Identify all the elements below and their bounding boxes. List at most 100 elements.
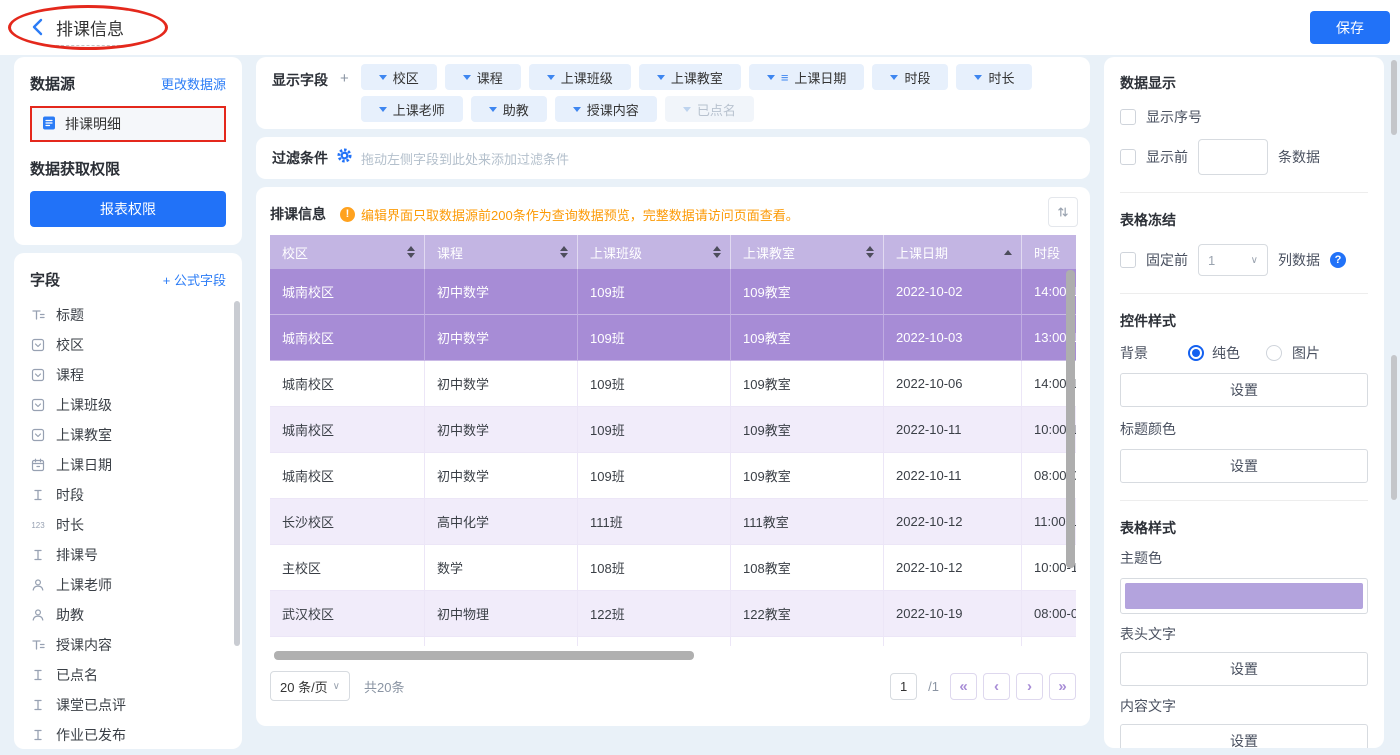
table-row[interactable]: 城南校区初中数学109班109教室2022-10-0614:00-1 <box>270 361 1076 407</box>
content-text-label: 内容文字 <box>1120 696 1368 716</box>
help-icon[interactable]: ? <box>1330 252 1346 268</box>
display-field-tag[interactable]: 时长 <box>956 64 1032 90</box>
prev-page-button[interactable]: ‹ <box>983 673 1010 700</box>
field-item[interactable]: 上课教室 <box>30 420 234 450</box>
table-header-cell[interactable]: 上课教室 <box>731 235 884 269</box>
display-field-tag-label: 时长 <box>988 68 1014 87</box>
field-item[interactable]: 课堂已点评 <box>30 690 234 720</box>
field-item[interactable]: 已点名 <box>30 660 234 690</box>
sort-order-icon[interactable] <box>1048 197 1078 227</box>
field-item[interactable]: 上课老师 <box>30 570 234 600</box>
table-header-cell[interactable]: 课程 <box>425 235 578 269</box>
report-permission-button[interactable]: 报表权限 <box>30 191 226 227</box>
display-field-tag[interactable]: 上课班级 <box>529 64 631 90</box>
display-field-tag[interactable]: 上课老师 <box>361 96 463 122</box>
table-row[interactable]: 城南校区初中数学109班109教室2022-10-1108:00-0 <box>270 453 1076 499</box>
table-cell: 2022-10-11 <box>884 407 1022 453</box>
show-first-checkbox[interactable] <box>1120 149 1136 165</box>
field-item[interactable]: 上课日期 <box>30 450 234 480</box>
display-field-tag[interactable]: 校区 <box>361 64 437 90</box>
title-icon <box>30 308 46 322</box>
column-label: 校区 <box>282 243 308 262</box>
theme-color-swatch[interactable] <box>1120 578 1368 614</box>
window-scrollbar[interactable] <box>1391 60 1397 135</box>
field-item[interactable]: 课程 <box>30 360 234 390</box>
page-size-select[interactable]: 20 条/页 ∨ <box>270 671 350 701</box>
content-text-set-button[interactable]: 设置 <box>1120 724 1368 748</box>
table-header-cell[interactable]: 上课日期 <box>884 235 1022 269</box>
display-field-tag[interactable]: 已点名 <box>665 96 754 122</box>
table-cell: 城南校区 <box>270 453 425 499</box>
caret-down-icon <box>379 107 387 112</box>
display-field-tag[interactable]: 时段 <box>872 64 948 90</box>
display-field-tag[interactable]: ≡上课日期 <box>749 64 865 90</box>
left-sidebar: 数据源 更改数据源 排课明细 数据获取权限 报表权限 字段 + 公式字段 标题校… <box>14 57 242 749</box>
title-color-set-button[interactable]: 设置 <box>1120 449 1368 483</box>
change-datasource-link[interactable]: 更改数据源 <box>161 74 226 93</box>
table-cell: 初中物理 <box>425 591 578 637</box>
table-vertical-scrollbar[interactable] <box>1066 270 1075 568</box>
display-field-tag[interactable]: 助教 <box>471 96 547 122</box>
table-header-cell[interactable]: 时段 <box>1022 235 1076 269</box>
table-header-cell[interactable]: 校区 <box>270 235 425 269</box>
field-item[interactable]: 作业已发布 <box>30 720 234 749</box>
add-formula-field-link[interactable]: + 公式字段 <box>163 270 226 289</box>
table-cell: 109班 <box>578 315 731 361</box>
column-label: 上课班级 <box>590 243 642 262</box>
table-header-cell[interactable]: 上课班级 <box>578 235 731 269</box>
filter-dropzone-placeholder[interactable]: 拖动左侧字段到此处来添加过滤条件 <box>361 149 569 168</box>
text-icon <box>30 488 46 502</box>
field-item[interactable]: 助教 <box>30 600 234 630</box>
table-cell: 城南校区 <box>270 361 425 407</box>
back-icon[interactable] <box>28 17 48 37</box>
first-page-button[interactable]: « <box>950 673 977 700</box>
last-page-button[interactable]: » <box>1049 673 1076 700</box>
display-fields-bar: 显示字段 + 校区课程上课班级上课教室≡上课日期时段时长上课老师助教授课内容已点… <box>256 57 1090 129</box>
display-field-tag[interactable]: 上课教室 <box>639 64 741 90</box>
gear-icon[interactable] <box>337 148 352 168</box>
display-field-tag-label: 时段 <box>904 68 930 87</box>
next-page-button[interactable]: › <box>1016 673 1043 700</box>
table-row[interactable]: 城南校区初中数学109班109教室2022-10-1110:00-1 <box>270 407 1076 453</box>
header-text-set-button[interactable]: 设置 <box>1120 652 1368 686</box>
field-item[interactable]: 上课班级 <box>30 390 234 420</box>
solid-color-radio[interactable] <box>1188 345 1204 361</box>
show-first-count-input[interactable] <box>1198 139 1268 175</box>
field-item[interactable]: 时段 <box>30 480 234 510</box>
freeze-columns-checkbox[interactable] <box>1120 252 1136 268</box>
page-title: 排课信息 <box>56 15 124 40</box>
image-radio[interactable] <box>1266 345 1282 361</box>
field-item[interactable]: 标题 <box>30 300 234 330</box>
text-icon <box>30 548 46 562</box>
save-button[interactable]: 保存 <box>1310 11 1390 44</box>
fields-scrollbar[interactable] <box>234 301 240 646</box>
caret-down-icon <box>974 75 982 80</box>
column-label: 上课日期 <box>896 243 948 262</box>
table-style-title: 表格样式 <box>1120 518 1368 538</box>
table-cell: 08:00-0 <box>1022 591 1076 637</box>
caret-down-icon <box>657 75 665 80</box>
panel-scrollbar[interactable] <box>1391 355 1397 500</box>
table-row[interactable]: 城南校区初中数学109班109教室2022-10-0313:00-1 <box>270 315 1076 361</box>
current-page-input[interactable]: 1 <box>890 673 917 700</box>
display-field-tag[interactable]: 课程 <box>445 64 521 90</box>
field-item[interactable]: 校区 <box>30 330 234 360</box>
add-display-field-button[interactable]: + <box>338 64 351 87</box>
show-index-checkbox[interactable] <box>1120 109 1136 125</box>
table-row[interactable]: 城南校区初中数学109班109教室2022-10-0214:00-1 <box>270 269 1076 315</box>
datasource-item[interactable]: 排课明细 <box>30 106 226 142</box>
field-item[interactable]: 123时长 <box>30 510 234 540</box>
freeze-column-count-select[interactable]: 1 ∨ <box>1198 244 1268 276</box>
table-cell: 111教室 <box>731 499 884 545</box>
table-row[interactable]: 武汉校区初中物理122班122教室2022-10-1908:00-0 <box>270 591 1076 637</box>
display-field-tag[interactable]: 授课内容 <box>555 96 657 122</box>
field-item[interactable]: 排课号 <box>30 540 234 570</box>
table-row[interactable]: 主校区数学108班108教室2022-10-1210:00-1 <box>270 545 1076 591</box>
topbar: 排课信息 保存 <box>0 0 1400 55</box>
table-row[interactable]: 长沙校区高中化学111班111教室2022-10-1211:00-1 <box>270 499 1076 545</box>
field-item-label: 课堂已点评 <box>56 695 126 715</box>
field-item[interactable]: 授课内容 <box>30 630 234 660</box>
background-set-button[interactable]: 设置 <box>1120 373 1368 407</box>
table-horizontal-scrollbar[interactable] <box>274 651 694 660</box>
field-item-label: 校区 <box>56 335 84 355</box>
